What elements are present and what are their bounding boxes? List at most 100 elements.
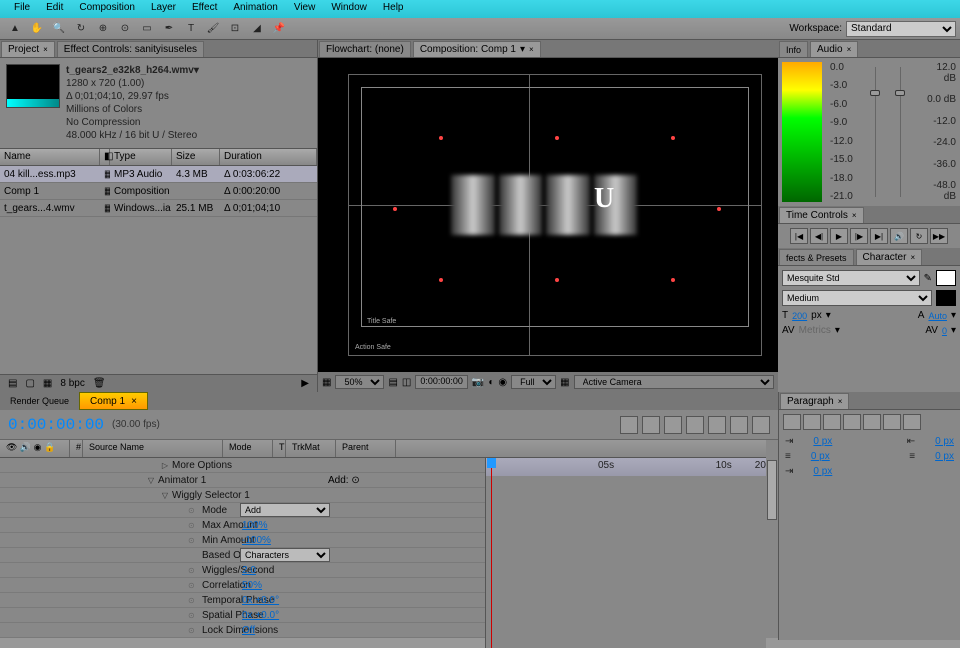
- first-frame-button[interactable]: |◀: [790, 228, 808, 244]
- timeline-track[interactable]: 05s 10s 20s: [485, 458, 766, 648]
- zoom-select[interactable]: 50%: [335, 375, 384, 389]
- last-frame-button[interactable]: ▶|: [870, 228, 888, 244]
- leading-value[interactable]: Auto: [928, 311, 947, 321]
- text-tool[interactable]: T: [181, 20, 201, 38]
- close-icon[interactable]: ×: [529, 45, 534, 54]
- audio-slider-right[interactable]: [895, 90, 905, 96]
- pen-tool[interactable]: ✒: [159, 20, 179, 38]
- region-icon[interactable]: ◉: [498, 377, 507, 388]
- tab-project[interactable]: Project×: [1, 41, 55, 57]
- workspace-select[interactable]: Standard: [846, 21, 956, 37]
- list-item[interactable]: 04 kill...ess.mp3▦ MP3 Audio4.3 MB Δ 0:0…: [0, 166, 317, 183]
- eraser-tool[interactable]: ◢: [247, 20, 267, 38]
- space-before[interactable]: 0 px: [811, 451, 830, 462]
- resolution-select[interactable]: Full: [511, 375, 556, 389]
- close-icon[interactable]: ×: [43, 45, 48, 54]
- list-item[interactable]: t_gears...4.wmv▦ Windows...ia25.1 MB Δ 0…: [0, 200, 317, 217]
- tab-character[interactable]: Character×: [856, 249, 923, 265]
- comp-icon[interactable]: ▦: [43, 378, 52, 389]
- vertical-scrollbar[interactable]: [766, 440, 778, 638]
- stopwatch-icon[interactable]: ⊙: [188, 626, 200, 635]
- property-value[interactable]: 50%: [242, 580, 262, 591]
- alpha-icon[interactable]: ▦: [322, 377, 331, 388]
- property-value[interactable]: -100%: [242, 535, 271, 546]
- tab-paragraph[interactable]: Paragraph×: [780, 393, 849, 409]
- tab-audio[interactable]: Audio×: [810, 41, 858, 57]
- align-center-icon[interactable]: [803, 414, 821, 430]
- col-duration[interactable]: Duration: [220, 149, 317, 165]
- puppet-tool[interactable]: 📌: [269, 20, 289, 38]
- prev-frame-button[interactable]: ◀|: [810, 228, 828, 244]
- play-icon[interactable]: ▶: [301, 378, 309, 389]
- mask-icon[interactable]: ◫: [402, 377, 411, 388]
- tab-info[interactable]: Info: [779, 41, 808, 57]
- property-value[interactable]: Off: [242, 625, 255, 636]
- align-left-icon[interactable]: [783, 414, 801, 430]
- eyedropper-icon[interactable]: ✎: [924, 273, 932, 284]
- current-time-indicator[interactable]: [491, 458, 492, 648]
- stopwatch-icon[interactable]: ⊙: [188, 611, 200, 620]
- col-size[interactable]: Size: [172, 149, 220, 165]
- loop-button[interactable]: ↻: [910, 228, 928, 244]
- selection-tool[interactable]: ▲: [5, 20, 25, 38]
- brush-tool[interactable]: 🖌: [203, 20, 223, 38]
- stopwatch-icon[interactable]: ⊙: [188, 521, 200, 530]
- twirl-icon[interactable]: ▽: [160, 491, 170, 500]
- font-style-select[interactable]: Medium: [782, 290, 932, 306]
- audio-slider-left[interactable]: [870, 90, 880, 96]
- tab-time-controls[interactable]: Time Controls×: [779, 207, 864, 223]
- close-icon[interactable]: ×: [910, 253, 915, 262]
- property-value[interactable]: 0x +0.0°: [242, 610, 279, 621]
- close-icon[interactable]: ×: [838, 397, 843, 406]
- kerning-value[interactable]: Metrics: [799, 325, 831, 336]
- brainstorm-icon[interactable]: [708, 416, 726, 434]
- justify-right-icon[interactable]: [883, 414, 901, 430]
- tab-render-queue[interactable]: Render Queue: [0, 392, 79, 410]
- grid-icon[interactable]: ▤: [388, 377, 397, 388]
- property-value[interactable]: 100%: [242, 520, 268, 531]
- indent-left[interactable]: 0 px: [813, 436, 832, 447]
- folder-icon[interactable]: ▢: [25, 378, 34, 389]
- time-ruler[interactable]: 05s 10s 20s: [486, 458, 766, 476]
- timecode-display[interactable]: 0:00:00:00: [415, 375, 468, 389]
- ram-preview-button[interactable]: ▶▶: [930, 228, 948, 244]
- stopwatch-icon[interactable]: ⊙: [188, 536, 200, 545]
- play-button[interactable]: ▶: [830, 228, 848, 244]
- font-family-select[interactable]: Mesquite Std: [782, 270, 920, 286]
- twirl-icon[interactable]: ▷: [160, 461, 170, 470]
- stopwatch-icon[interactable]: ⊙: [188, 506, 200, 515]
- camera-select[interactable]: Active Camera: [574, 375, 774, 389]
- col-type[interactable]: Type: [110, 149, 172, 165]
- align-right-icon[interactable]: [823, 414, 841, 430]
- hand-tool[interactable]: ✋: [27, 20, 47, 38]
- col-name[interactable]: Name: [0, 149, 100, 165]
- tab-composition[interactable]: Composition: Comp 1▾×: [413, 41, 541, 57]
- property-value[interactable]: 2.0: [242, 565, 256, 576]
- menu-effect[interactable]: Effect: [184, 0, 225, 18]
- close-icon[interactable]: ×: [131, 396, 137, 407]
- tracking-value[interactable]: 0: [942, 326, 947, 336]
- menu-view[interactable]: View: [286, 0, 324, 18]
- frame-blend-icon[interactable]: [664, 416, 682, 434]
- justify-center-icon[interactable]: [863, 414, 881, 430]
- col-label-icon[interactable]: ◧: [100, 149, 110, 165]
- zoom-tool[interactable]: 🔍: [49, 20, 69, 38]
- menu-file[interactable]: File: [6, 0, 38, 18]
- autobezier-icon[interactable]: [730, 416, 748, 434]
- close-icon[interactable]: ×: [852, 211, 857, 220]
- menu-help[interactable]: Help: [375, 0, 412, 18]
- fill-color[interactable]: [936, 270, 956, 286]
- interpret-icon[interactable]: ▤: [8, 378, 17, 389]
- twirl-icon[interactable]: ▽: [146, 476, 156, 485]
- menu-edit[interactable]: Edit: [38, 0, 71, 18]
- shy-icon[interactable]: [620, 416, 638, 434]
- stopwatch-icon[interactable]: ⊙: [188, 581, 200, 590]
- font-size-value[interactable]: 200: [792, 311, 807, 321]
- tab-flowchart[interactable]: Flowchart: (none): [319, 41, 411, 57]
- stopwatch-icon[interactable]: ⊙: [188, 566, 200, 575]
- list-item[interactable]: Comp 1▦ Composition Δ 0:00:20:00: [0, 183, 317, 200]
- space-after[interactable]: 0 px: [935, 451, 954, 462]
- menu-composition[interactable]: Composition: [71, 0, 143, 18]
- first-indent[interactable]: 0 px: [813, 466, 832, 477]
- audio-button[interactable]: 🔊: [890, 228, 908, 244]
